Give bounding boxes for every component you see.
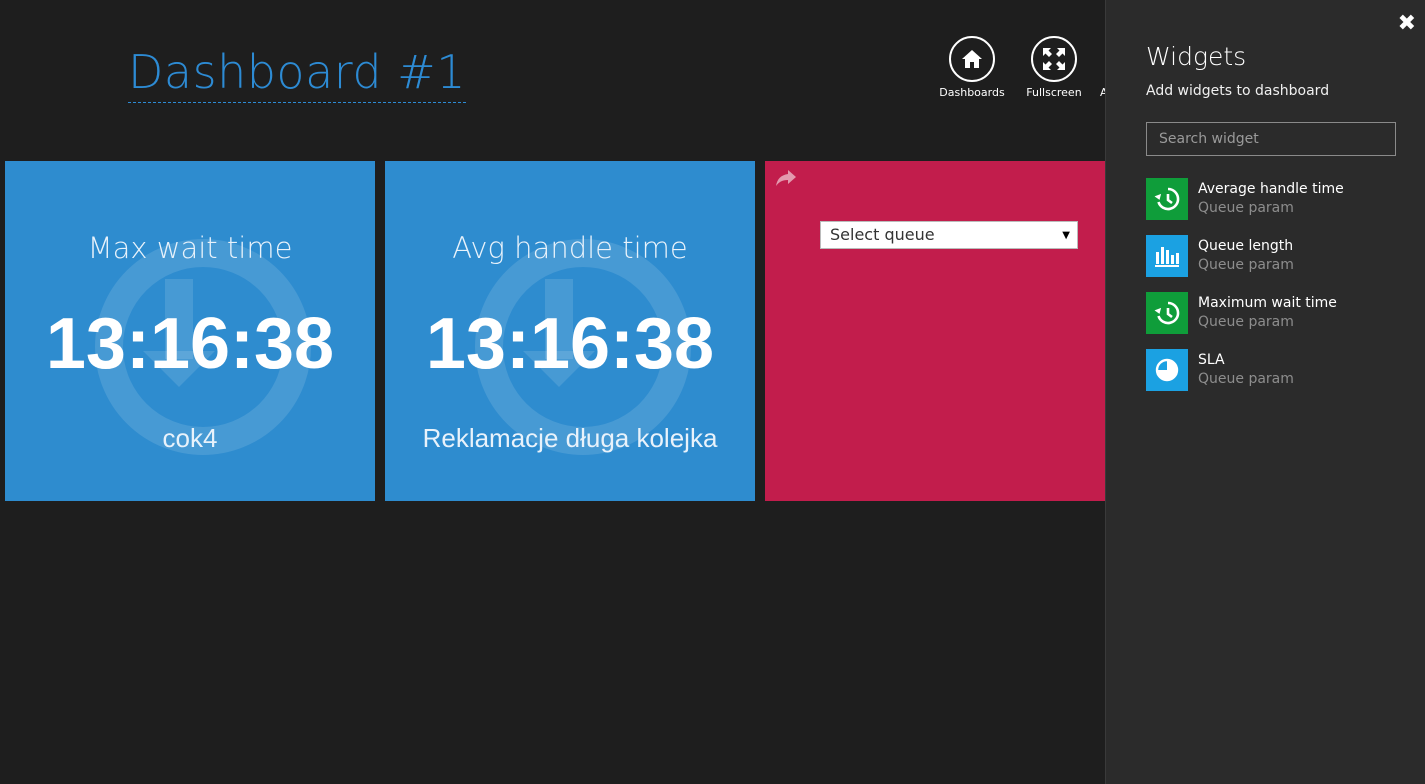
home-icon — [949, 36, 995, 82]
tile-value: 13:16:38 — [45, 304, 335, 384]
fullscreen-button[interactable]: Fullscreen — [1009, 36, 1099, 99]
tile-queue-name: cok4 — [162, 423, 218, 453]
avg-handle-time-tile[interactable]: Avg handle time 13:16:38 Reklamacje dług… — [385, 161, 755, 501]
fullscreen-icon — [1031, 36, 1077, 82]
tile-title: Avg handle time — [452, 231, 688, 265]
widget-name: Average handle time — [1198, 181, 1344, 197]
search-widget-input[interactable] — [1146, 122, 1396, 156]
dashboards-button[interactable]: Dashboards — [927, 36, 1017, 99]
history-icon — [1146, 292, 1188, 334]
widget-name: SLA — [1198, 352, 1225, 368]
widget-name: Queue length — [1198, 238, 1294, 254]
widgets-panel: ✖ Widgets Add widgets to dashboard Avera… — [1105, 0, 1425, 784]
fullscreen-label: Fullscreen — [1026, 86, 1082, 99]
widget-item-sla[interactable]: SLA Queue param — [1146, 349, 1406, 391]
share-icon[interactable] — [775, 169, 797, 191]
widget-item-average-handle-time[interactable]: Average handle time Queue param — [1146, 178, 1406, 220]
history-icon — [1146, 178, 1188, 220]
queue-select-value: Select queue — [830, 225, 935, 244]
panel-subtitle: Add widgets to dashboard — [1146, 83, 1330, 99]
tile-title: Max wait time — [87, 231, 293, 265]
tile-value: 13:16:38 — [425, 304, 715, 384]
widget-param: Queue param — [1198, 200, 1294, 216]
close-icon[interactable]: ✖ — [1398, 12, 1416, 36]
tile-queue-name: Reklamacje długa kolejka — [422, 423, 718, 453]
widget-param: Queue param — [1198, 371, 1294, 387]
widget-list: Average handle time Queue param Queue le… — [1146, 178, 1406, 406]
dashboards-label: Dashboards — [939, 86, 1005, 99]
queue-select[interactable]: Select queue ▼ — [820, 221, 1078, 249]
widget-item-queue-length[interactable]: Queue length Queue param — [1146, 235, 1406, 277]
widget-param: Queue param — [1198, 314, 1294, 330]
new-widget-tile: Select queue ▼ — [765, 161, 1105, 501]
widget-item-maximum-wait-time[interactable]: Maximum wait time Queue param — [1146, 292, 1406, 334]
page-title[interactable]: Dashboard #1 — [128, 44, 466, 103]
bar-chart-icon — [1146, 235, 1188, 277]
max-wait-time-tile[interactable]: Max wait time 13:16:38 cok4 — [5, 161, 375, 501]
chevron-down-icon: ▼ — [1062, 230, 1070, 241]
pie-chart-icon — [1146, 349, 1188, 391]
panel-title: Widgets — [1146, 42, 1247, 71]
widget-name: Maximum wait time — [1198, 295, 1337, 311]
widget-param: Queue param — [1198, 257, 1294, 273]
